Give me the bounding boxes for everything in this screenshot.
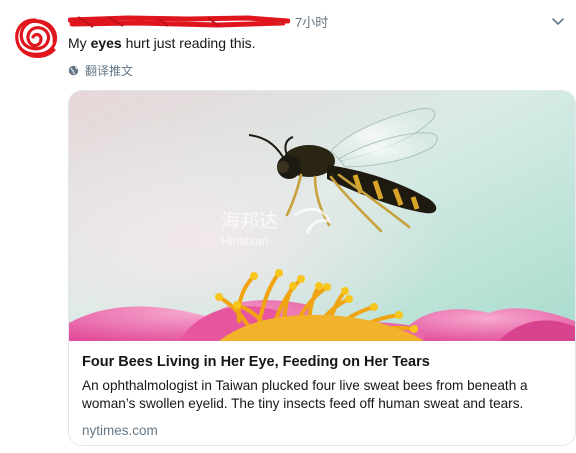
tweet-text: My eyes hurt just reading this. [68, 34, 556, 52]
card-title[interactable]: Four Bees Living in Her Eye, Feeding on … [82, 353, 563, 372]
tweet-text-suffix: hurt just reading this. [121, 35, 256, 51]
bee-on-flower-photo: 海邦达 Hinabian [69, 91, 575, 341]
translate-tweet-link[interactable]: 翻译推文 [68, 62, 133, 78]
tweet-timestamp[interactable]: 7小时 [295, 14, 328, 32]
card-body: Four Bees Living in Her Eye, Feeding on … [82, 353, 563, 440]
avatar[interactable] [10, 12, 60, 62]
more-options-button[interactable] [550, 14, 566, 30]
globe-icon [68, 65, 79, 75]
tweet-header: · 7小时 [68, 14, 566, 32]
watermark-en: Hinabian [221, 234, 268, 248]
link-preview-card[interactable]: 海邦达 Hinabian Four Bees Living in Her Eye… [68, 90, 576, 446]
chevron-down-icon [552, 18, 564, 25]
card-image: 海邦达 Hinabian [69, 91, 575, 341]
avatar-redaction-scribble [10, 12, 60, 62]
header-separator: · [278, 15, 283, 30]
tweet-text-prefix: My [68, 35, 91, 51]
translate-label: 翻译推文 [85, 63, 134, 78]
watermark-cn: 海邦达 [221, 210, 278, 232]
name-redaction-scribble [68, 15, 290, 28]
card-description: An ophthalmologist in Taiwan plucked fou… [82, 378, 528, 411]
author-name-redacted[interactable] [68, 14, 290, 32]
card-domain[interactable]: nytimes.com [82, 422, 563, 440]
tweet-text-bold: eyes [90, 35, 122, 51]
